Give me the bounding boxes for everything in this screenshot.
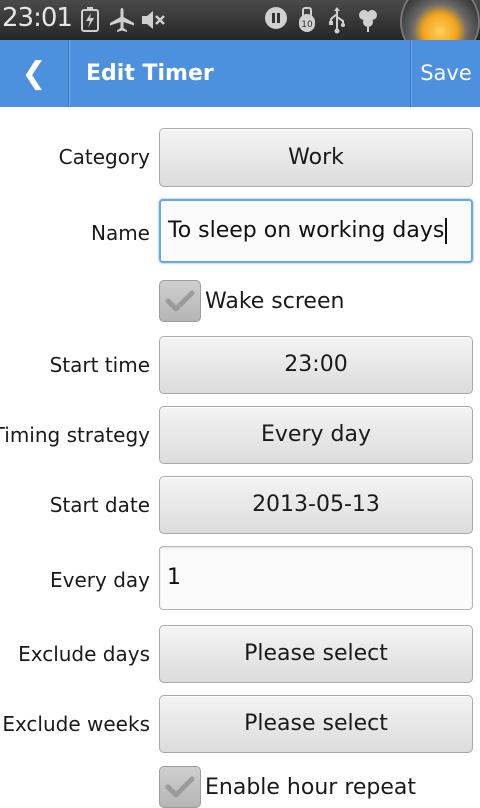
- usb-icon: [326, 6, 348, 40]
- save-button[interactable]: Save: [412, 40, 480, 107]
- status-time: 23:01: [2, 3, 73, 33]
- name-field[interactable]: To sleep on working days: [159, 199, 473, 263]
- weather-widget-icon: [400, 0, 480, 40]
- hour-repeat-checkbox-row[interactable]: Enable hour repeat: [159, 766, 416, 808]
- clover-icon: [354, 6, 382, 40]
- timing-strategy-label: Timing strategy: [0, 423, 150, 447]
- wake-screen-checkbox[interactable]: [159, 280, 201, 322]
- hour-repeat-checkbox[interactable]: [159, 766, 201, 808]
- svg-text:10: 10: [301, 20, 313, 30]
- back-icon: ❮: [21, 56, 47, 91]
- every-day-field[interactable]: 1: [159, 546, 473, 610]
- category-label: Category: [58, 145, 150, 169]
- name-field-value: To sleep on working days: [168, 218, 445, 243]
- exclude-weeks-button[interactable]: Please select: [159, 695, 473, 753]
- battery-charging-icon: [80, 6, 100, 40]
- name-label: Name: [90, 221, 150, 245]
- media-icon: [264, 6, 288, 38]
- start-date-label: Start date: [49, 493, 150, 517]
- header-bar: ❮ Edit Timer Save: [0, 40, 480, 107]
- airplane-icon: [108, 6, 136, 40]
- start-time-button[interactable]: 23:00: [159, 336, 473, 394]
- mute-icon: [140, 6, 168, 40]
- header-divider: [69, 40, 70, 107]
- timing-strategy-button[interactable]: Every day: [159, 406, 473, 464]
- status-bar: 23:01 10: [0, 0, 480, 40]
- exclude-days-button[interactable]: Please select: [159, 625, 473, 683]
- exclude-days-label: Exclude days: [18, 642, 150, 666]
- hour-repeat-label: Enable hour repeat: [205, 774, 417, 800]
- every-day-label: Every day: [50, 568, 150, 592]
- checkmark-icon: [165, 776, 195, 798]
- every-day-field-value: 1: [167, 565, 181, 590]
- back-button[interactable]: ❮: [0, 40, 68, 107]
- page-title: Edit Timer: [86, 61, 214, 86]
- wake-screen-checkbox-row[interactable]: Wake screen: [159, 280, 344, 322]
- category-button[interactable]: Work: [159, 128, 473, 187]
- start-date-button[interactable]: 2013-05-13: [159, 476, 473, 534]
- exclude-weeks-label: Exclude weeks: [2, 712, 150, 736]
- checkmark-icon: [165, 290, 195, 312]
- start-time-label: Start time: [49, 353, 150, 377]
- notification-icon: 10: [296, 6, 318, 40]
- wake-screen-label: Wake screen: [205, 288, 345, 314]
- text-caret: [445, 218, 448, 244]
